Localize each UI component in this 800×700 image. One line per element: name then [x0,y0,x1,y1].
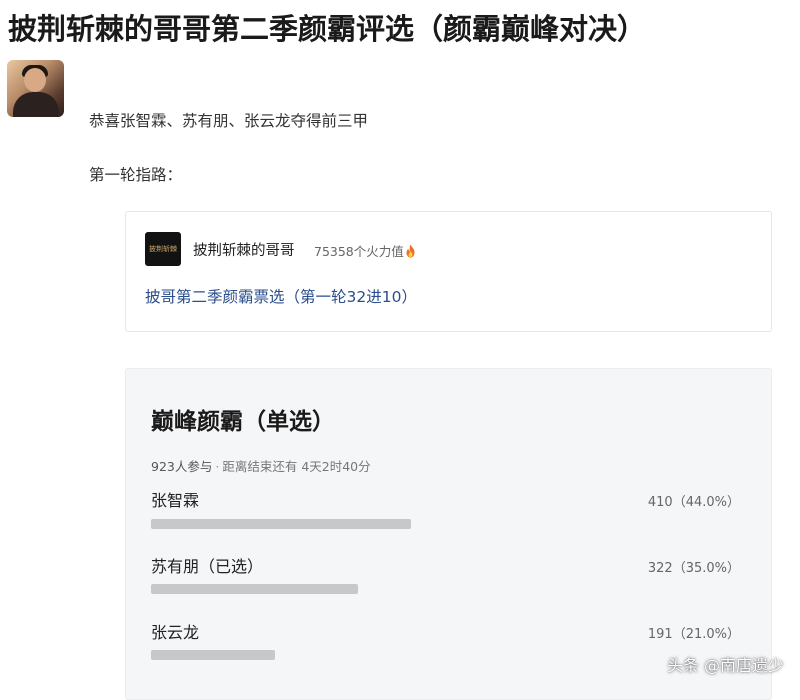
poll-title: 巅峰颜霸（单选） [151,409,335,435]
vote-percent: （44.0%） [672,495,740,510]
poll-bar-fill [151,650,275,660]
poll-option-stat: 191（21.0%） [648,623,740,642]
post-text-guide: 第一轮指路： [89,166,183,184]
account-logo[interactable]: 披荆斩棘 [145,232,181,266]
flame-icon [406,244,415,258]
embedded-post-link[interactable]: 披哥第二季颜霸票选（第一轮32进10） [145,285,417,307]
heat-score: 75358个火力值 [314,241,416,260]
watermark: 头条 @南唐遗少 [666,656,784,675]
meta-separator: · [215,459,220,474]
poll-option-bar[interactable] [151,519,741,529]
poll-option-label[interactable]: 张云龙 [151,619,199,643]
poll-option-bar[interactable] [151,584,741,594]
poll-option-stat: 410（44.0%） [648,491,740,510]
vote-count: 322 [647,561,673,576]
avatar[interactable] [7,60,64,117]
participant-count: 923人参与 [151,459,213,474]
poll-card: 巅峰颜霸（单选） 923人参与 · 距离结束还有 4天2时40分 张智霖 410（4… [125,368,772,700]
poll-bar-fill [151,584,358,594]
poll-option-label[interactable]: 张智霖 [151,487,199,511]
post-text-winners: 恭喜张智霖、苏有朋、张云龙夺得前三甲 [89,112,369,130]
embedded-post-card[interactable]: 披荆斩棘 披荆斩棘的哥哥 75358个火力值 披哥第二季颜霸票选（第一轮32进1… [125,211,772,332]
vote-percent: （35.0%） [672,561,740,576]
poll-bar-fill [151,519,411,529]
vote-percent: （21.0%） [672,627,740,642]
poll-option-stat: 322（35.0%） [648,557,740,576]
vote-count: 191 [647,627,673,642]
poll-deadline: 距离结束还有 4天2时40分 [222,459,371,474]
poll-option-bar[interactable] [151,650,741,660]
heat-score-text: 75358个火力值 [314,244,404,259]
poll-option-label[interactable]: 苏有朋（已选） [151,553,263,577]
vote-count: 410 [647,495,673,510]
poll-meta: 923人参与 · 距离结束还有 4天2时40分 [151,456,371,475]
account-name[interactable]: 披荆斩棘的哥哥 [193,239,295,260]
post-title: 披荆斩棘的哥哥第二季颜霸评选（颜霸巅峰对决） [8,12,647,46]
